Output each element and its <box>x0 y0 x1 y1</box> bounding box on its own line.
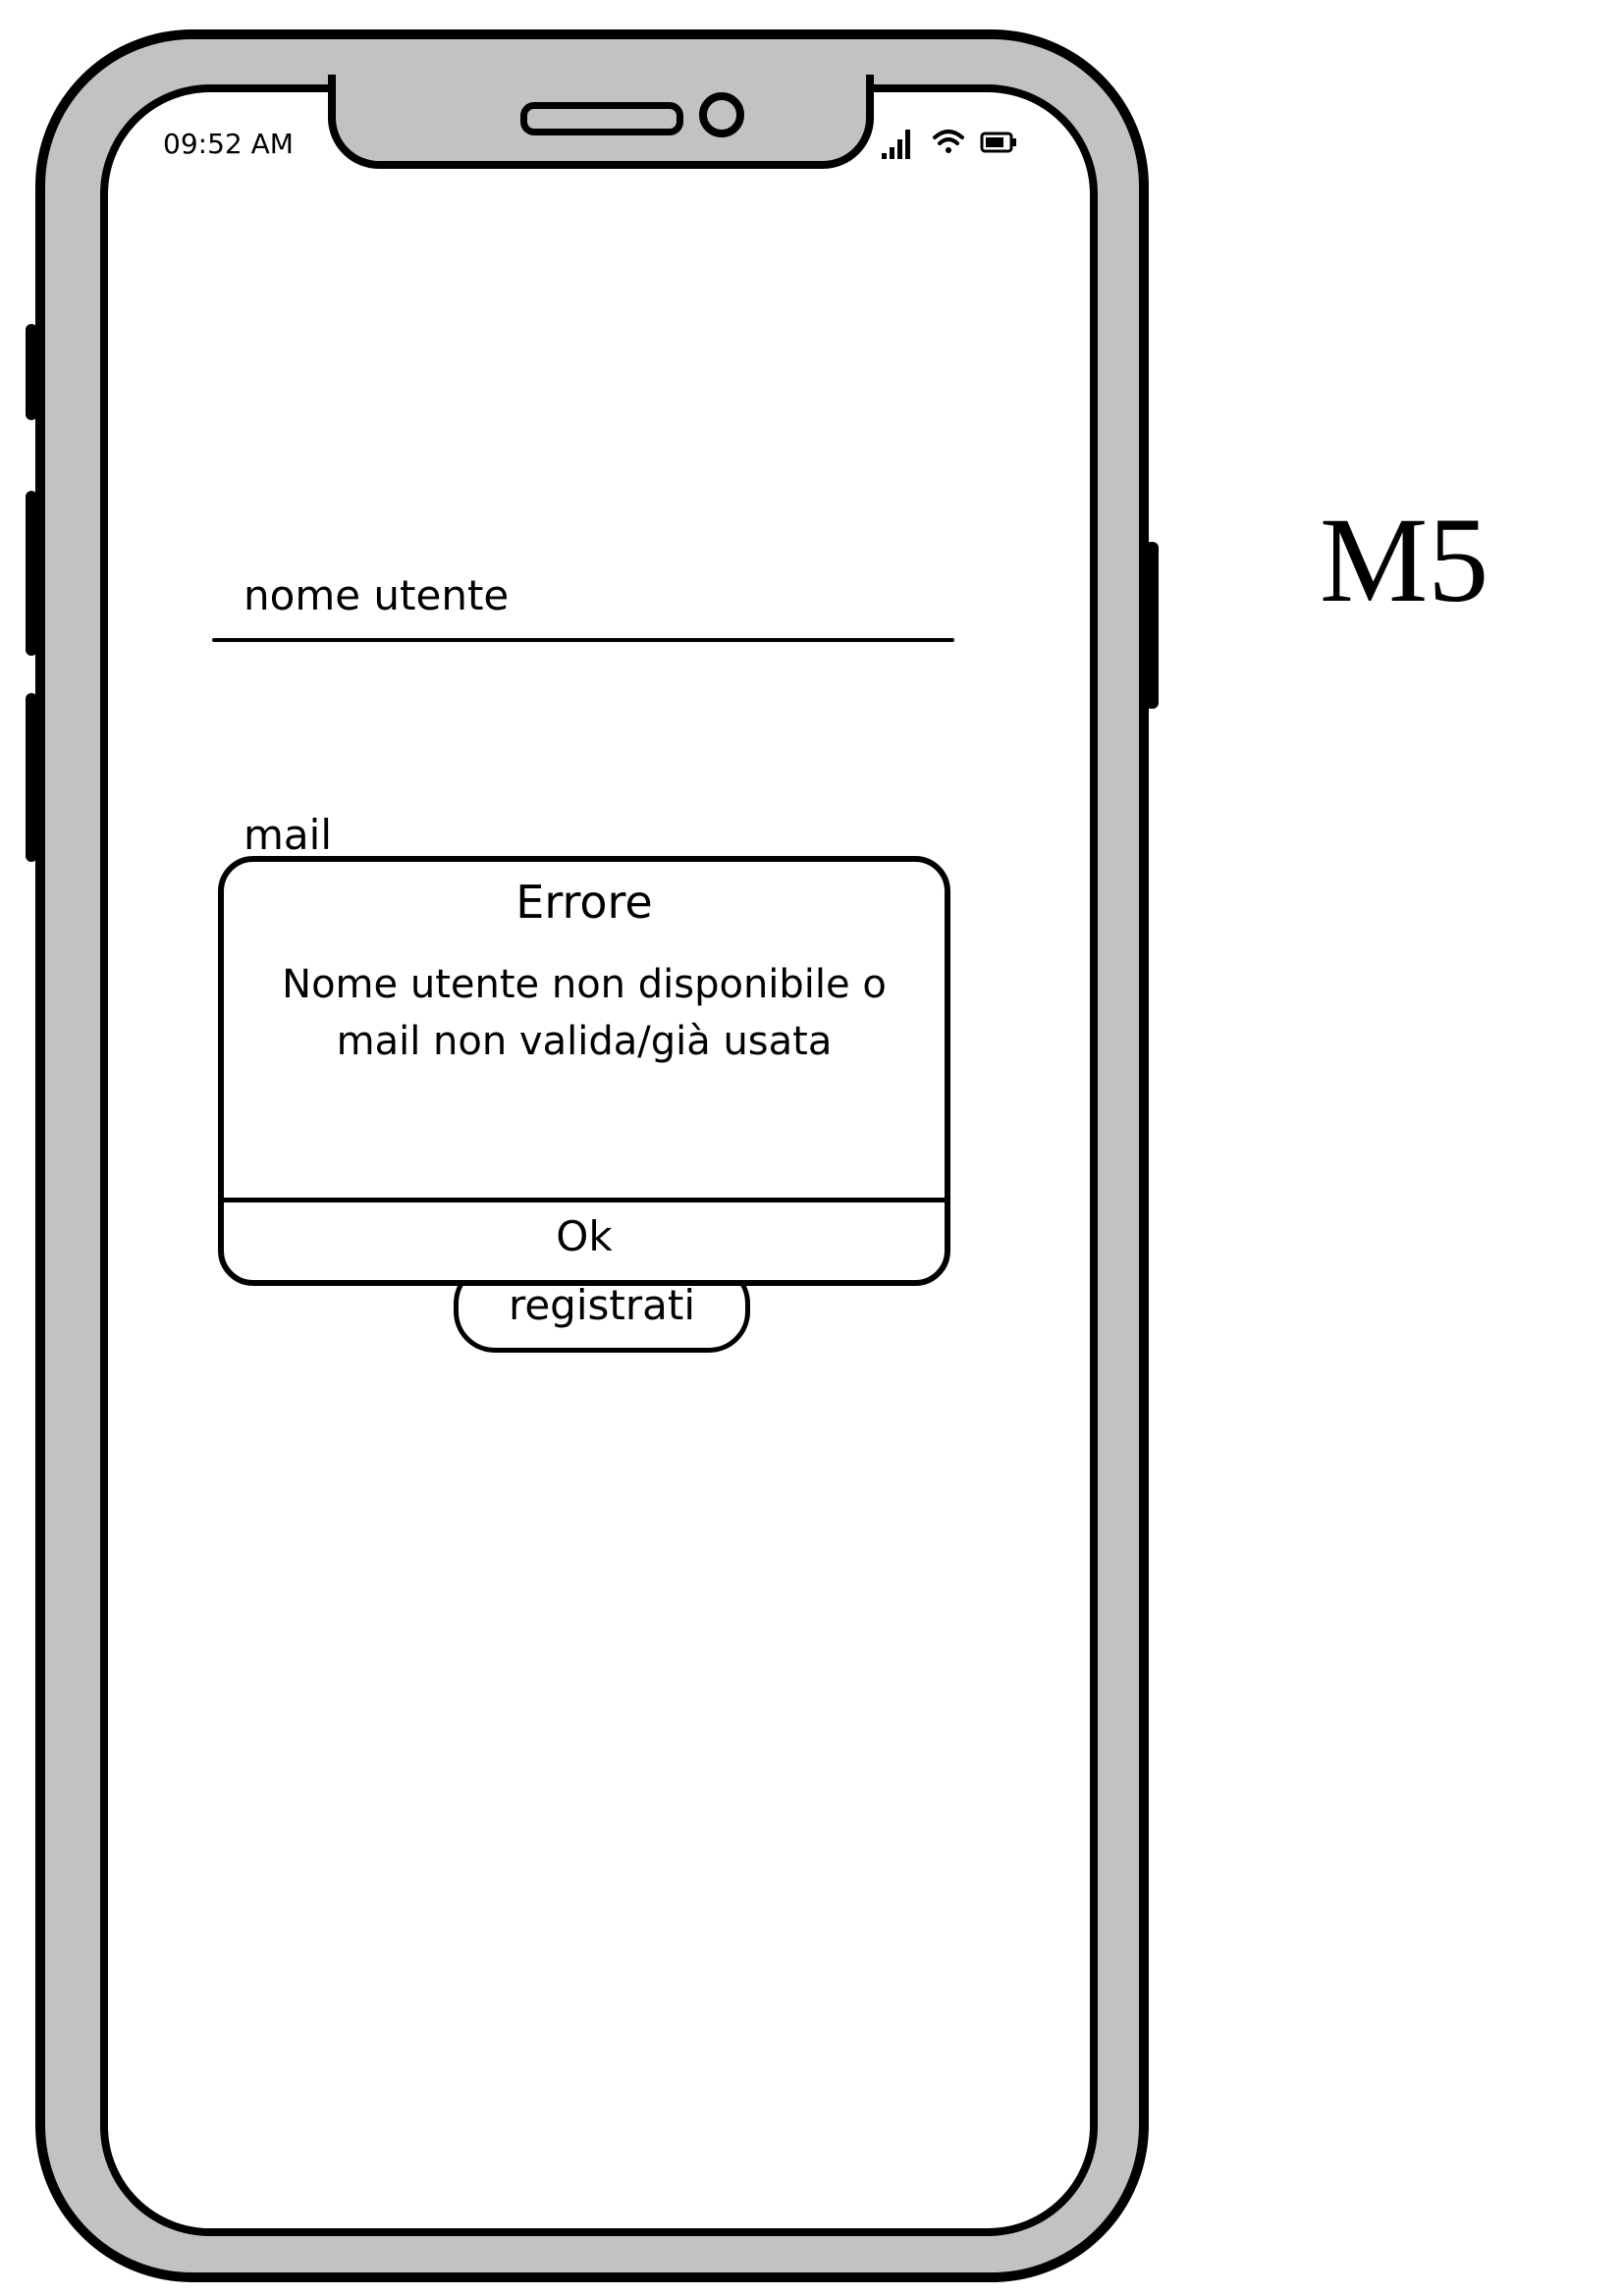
username-placeholder: nome utente <box>244 571 510 619</box>
volume-up-button <box>26 324 37 420</box>
dialog-title: Errore <box>515 876 653 929</box>
status-time: 09:52 AM <box>163 128 294 160</box>
status-icons <box>880 126 1027 161</box>
speaker-grille <box>520 102 683 135</box>
power-button <box>1145 542 1159 709</box>
signal-icon <box>882 130 910 159</box>
mute-switch <box>26 693 37 862</box>
dialog-ok-button[interactable]: Ok <box>224 1207 945 1282</box>
wireframe-page: 09:52 AM nome utente mail registrati Err… <box>0 0 1624 2296</box>
dialog-message-line-1: Nome utente non disponibile o <box>282 962 887 1007</box>
screen-id-label: M5 <box>1320 493 1489 627</box>
battery-icon <box>980 132 1016 153</box>
front-camera <box>699 92 744 137</box>
wifi-icon <box>933 130 964 153</box>
register-button-label: registrati <box>508 1281 695 1329</box>
username-underline <box>212 638 954 642</box>
username-field[interactable]: nome utente <box>212 561 954 646</box>
error-dialog: Errore Nome utente non disponibile o mai… <box>218 856 950 1286</box>
dialog-message-line-2: mail non valida/già usata <box>336 1019 833 1064</box>
dialog-divider <box>224 1198 945 1202</box>
dialog-message: Nome utente non disponibile o mail non v… <box>244 956 925 1070</box>
mail-placeholder: mail <box>244 811 332 859</box>
volume-down-button <box>26 491 37 656</box>
